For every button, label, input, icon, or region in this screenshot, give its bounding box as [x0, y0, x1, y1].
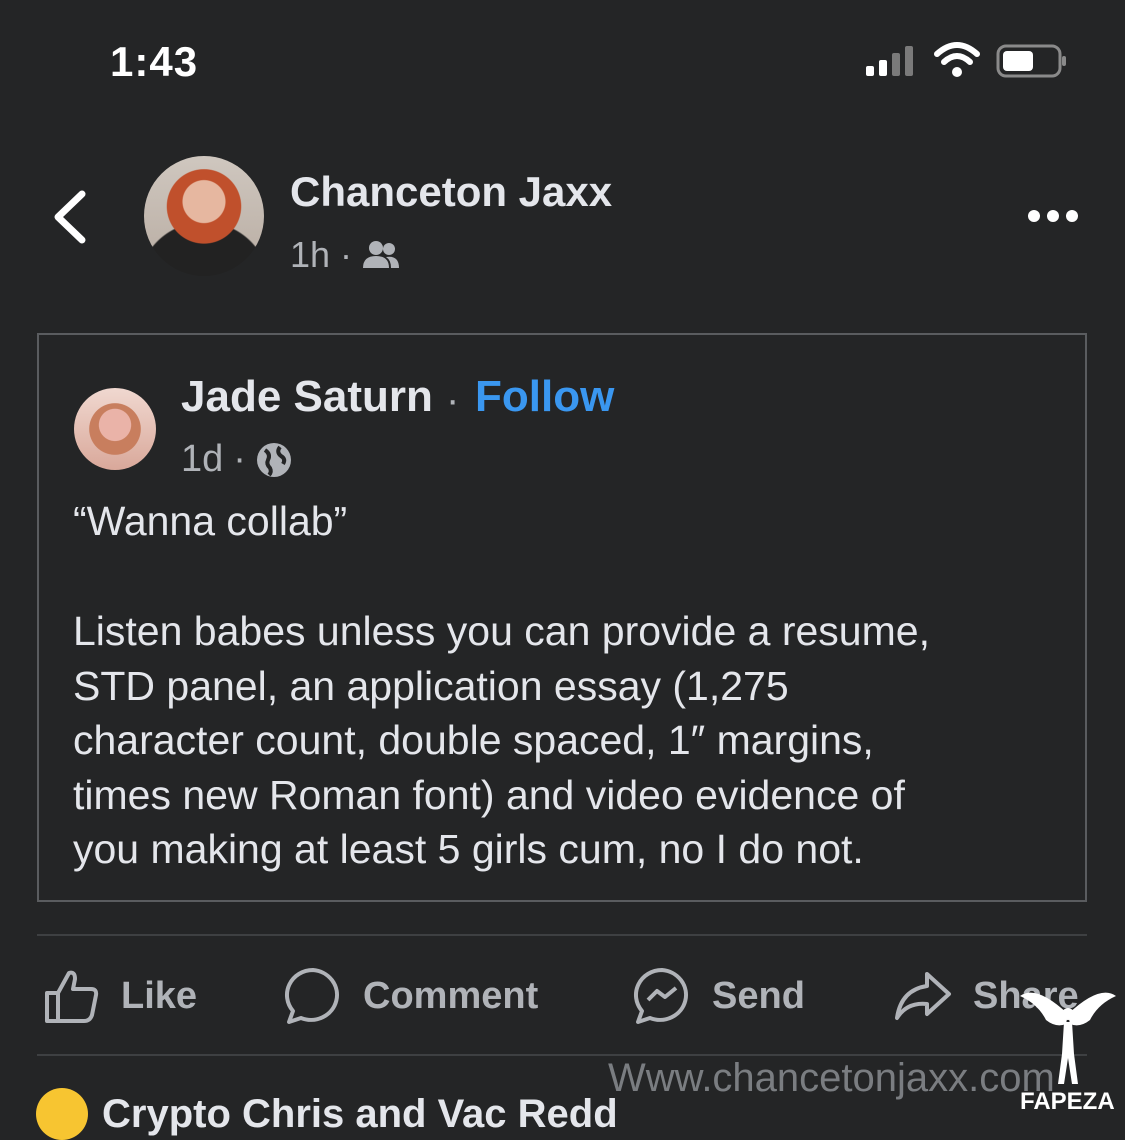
- shared-author-avatar[interactable]: [74, 388, 156, 470]
- send-button[interactable]: Send: [632, 958, 805, 1034]
- reactions-names: Crypto Chris and Vac Redd: [102, 1091, 618, 1136]
- messenger-icon: [634, 968, 688, 1024]
- follow-button[interactable]: Follow: [475, 372, 614, 422]
- comment-icon: [285, 968, 339, 1024]
- wifi-icon: [934, 42, 980, 77]
- reactions-summary[interactable]: Crypto Chris and Vac Redd: [36, 1088, 618, 1140]
- post-body-line: Listen babes unless you can provide a re…: [73, 608, 930, 654]
- meta-separator: ·: [233, 438, 246, 480]
- post-body-line: you making at least 5 girls cum, no I do…: [73, 826, 864, 872]
- post-body-line: times new Roman font) and video evidence…: [73, 771, 905, 818]
- post-quote: “Wanna collab”: [73, 498, 348, 544]
- watermark-brand: FAPEZA: [1020, 1088, 1115, 1115]
- post-age: 1h: [290, 234, 331, 275]
- post-body: Listen babes unless you can provide a re…: [73, 604, 1063, 877]
- back-icon[interactable]: [50, 188, 90, 246]
- watermark-url: Www.chancetonjaxx.com: [608, 1056, 1055, 1100]
- name-separator: ·: [446, 378, 460, 422]
- status-time: 1:43: [110, 38, 199, 85]
- comment-button[interactable]: Comment: [283, 958, 538, 1034]
- laughing-emoji-icon: [36, 1088, 88, 1140]
- author-avatar[interactable]: [144, 156, 264, 276]
- like-label: Like: [121, 974, 198, 1017]
- divider: [37, 934, 1087, 936]
- like-button[interactable]: Like: [43, 958, 197, 1034]
- action-bar: Like Comment Send Share: [37, 958, 1125, 1034]
- shared-meta: 1d ·: [181, 438, 292, 481]
- cellular-signal-icon: [866, 46, 913, 76]
- globe-icon: [256, 442, 291, 477]
- more-options-icon[interactable]: [1026, 206, 1080, 226]
- post-meta: 1h ·: [290, 234, 400, 276]
- send-label: Send: [712, 974, 805, 1017]
- share-icon: [895, 972, 951, 1020]
- friends-icon: [363, 241, 400, 268]
- meta-separator: ·: [340, 234, 353, 275]
- post-author-name[interactable]: Chanceton Jaxx: [290, 168, 612, 216]
- battery-icon: [996, 44, 1066, 78]
- like-icon: [45, 970, 99, 1023]
- post-body-line: STD panel, an application essay (1,275: [73, 662, 789, 709]
- shared-age: 1d: [181, 438, 224, 480]
- shared-author-name[interactable]: Jade Saturn: [181, 372, 433, 422]
- post-body-line: character count, double spaced, 1″ margi…: [73, 717, 874, 763]
- comment-label: Comment: [363, 974, 539, 1017]
